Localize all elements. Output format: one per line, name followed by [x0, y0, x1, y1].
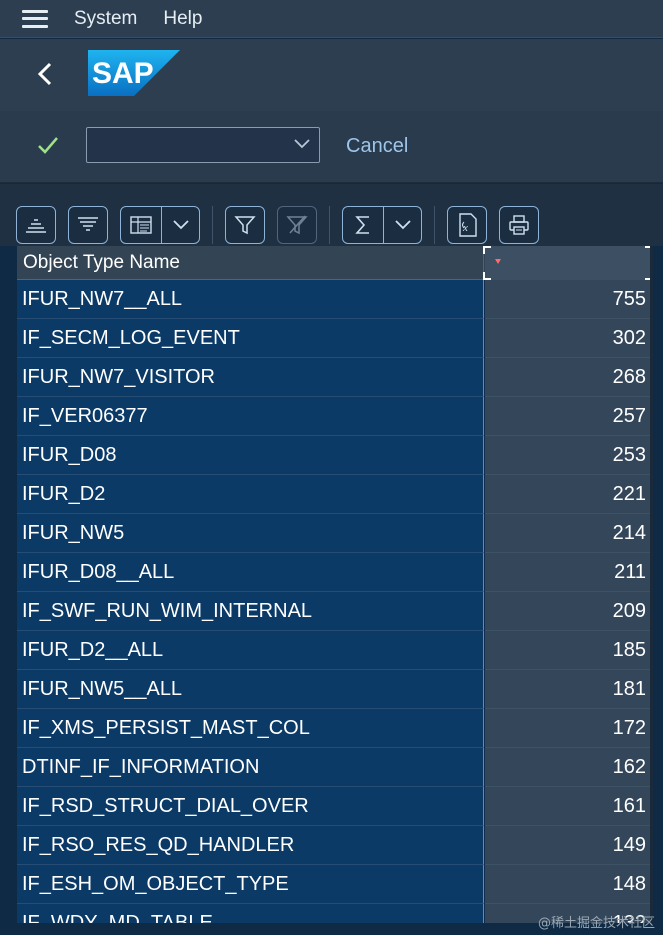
table-row[interactable]: DTINF_IF_INFORMATION 162	[17, 748, 653, 787]
export-excel-button[interactable]: x	[447, 206, 487, 244]
cell-count[interactable]: 181	[485, 670, 653, 709]
cell-object-type-name[interactable]: IF_RSO_RES_QD_HANDLER	[17, 826, 484, 865]
filter-button[interactable]	[225, 206, 265, 244]
table-row[interactable]: IFUR_NW7__ALL 755	[17, 280, 653, 319]
table-row[interactable]: IF_RSO_RES_QD_HANDLER 149	[17, 826, 653, 865]
cell-count[interactable]: 755	[485, 280, 653, 319]
cancel-button[interactable]: Cancel	[346, 135, 408, 158]
cell-object-type-name[interactable]: IFUR_D08	[17, 436, 484, 475]
clear-filter-icon	[286, 215, 308, 235]
chevron-down-icon	[294, 139, 310, 149]
cell-object-type-name[interactable]: DTINF_IF_INFORMATION	[17, 748, 484, 787]
layout-dropdown-button[interactable]	[120, 206, 200, 244]
menu-system[interactable]: System	[74, 8, 137, 30]
table-row[interactable]: IFUR_D2 221	[17, 475, 653, 514]
selection-corner	[483, 272, 491, 280]
menu-bar: System Help	[0, 0, 663, 38]
watermark: @稀土掘金技术社区	[537, 916, 655, 931]
table-row[interactable]: IFUR_NW5__ALL 181	[17, 670, 653, 709]
clear-filter-button[interactable]	[277, 206, 317, 244]
table-row[interactable]: IF_SECM_LOG_EVENT 302	[17, 319, 653, 358]
table-row[interactable]: IFUR_D08 253	[17, 436, 653, 475]
sort-descending-icon	[78, 217, 98, 231]
cell-object-type-name[interactable]: IF_SWF_RUN_WIM_INTERNAL	[17, 592, 484, 631]
cell-count[interactable]: 253	[485, 436, 653, 475]
total-dropdown-button[interactable]	[342, 206, 422, 244]
selection-corner	[483, 246, 491, 254]
cell-object-type-name[interactable]: IF_SECM_LOG_EVENT	[17, 319, 484, 358]
cell-object-type-name[interactable]: IFUR_NW5	[17, 514, 484, 553]
total-button[interactable]	[343, 207, 383, 243]
grid-toolbar: x	[0, 184, 663, 246]
print-button[interactable]	[499, 206, 539, 244]
column-header-count[interactable]	[483, 246, 653, 280]
printer-icon	[509, 215, 529, 235]
cell-object-type-name[interactable]: IFUR_NW5__ALL	[17, 670, 484, 709]
toolbar-separator	[329, 206, 330, 244]
cell-count[interactable]: 149	[485, 826, 653, 865]
cell-object-type-name[interactable]: IF_WDY_MD_TABLE	[17, 904, 484, 923]
filter-icon	[234, 216, 256, 235]
spreadsheet-export-icon: x	[459, 213, 477, 237]
cell-object-type-name[interactable]: IF_RSD_STRUCT_DIAL_OVER	[17, 787, 484, 826]
cell-object-type-name[interactable]: IF_ESH_OM_OBJECT_TYPE	[17, 865, 484, 904]
title-bar: SAP	[0, 39, 663, 111]
svg-text:SAP: SAP	[92, 57, 154, 90]
sort-descending-button[interactable]	[68, 206, 108, 244]
cell-count[interactable]: 162	[485, 748, 653, 787]
grid-right-border	[650, 246, 653, 923]
table-row[interactable]: IF_VER06377 257	[17, 397, 653, 436]
cell-count[interactable]: 214	[485, 514, 653, 553]
command-field-combo[interactable]	[86, 127, 320, 163]
chevron-down-icon	[394, 220, 411, 230]
cell-count[interactable]: 221	[485, 475, 653, 514]
cell-count[interactable]: 209	[485, 592, 653, 631]
grid-header: Object Type Name	[17, 246, 653, 280]
sigma-icon	[355, 216, 369, 234]
table-row[interactable]: IF_RSD_STRUCT_DIAL_OVER 161	[17, 787, 653, 826]
menu-help[interactable]: Help	[163, 8, 202, 30]
sort-ascending-icon	[26, 219, 46, 233]
cell-count[interactable]: 161	[485, 787, 653, 826]
back-arrow-icon[interactable]	[34, 59, 56, 89]
cell-count[interactable]: 185	[485, 631, 653, 670]
layout-grid-icon	[130, 216, 152, 234]
total-menu-button[interactable]	[383, 207, 421, 243]
cell-object-type-name[interactable]: IF_VER06377	[17, 397, 484, 436]
table-row[interactable]: IFUR_D08__ALL 211	[17, 553, 653, 592]
table-row[interactable]: IFUR_NW7_VISITOR 268	[17, 358, 653, 397]
grid-rows: IFUR_NW7__ALL 755 IF_SECM_LOG_EVENT 302 IFUR…	[17, 280, 653, 923]
cell-object-type-name[interactable]: IFUR_D2	[17, 475, 484, 514]
table-row[interactable]: IF_ESH_OM_OBJECT_TYPE 148	[17, 865, 653, 904]
layout-menu-button[interactable]	[161, 207, 199, 243]
chevron-down-icon	[172, 220, 189, 230]
cell-count[interactable]: 172	[485, 709, 653, 748]
cell-count[interactable]: 302	[485, 319, 653, 358]
table-row[interactable]: IF_SWF_RUN_WIM_INTERNAL 209	[17, 592, 653, 631]
sap-logo: SAP	[88, 50, 180, 96]
table-row[interactable]: IFUR_D2__ALL 185	[17, 631, 653, 670]
cell-count[interactable]: 211	[485, 553, 653, 592]
sort-ascending-button[interactable]	[16, 206, 56, 244]
toolbar-separator	[212, 206, 213, 244]
table-row[interactable]: IFUR_NW5 214	[17, 514, 653, 553]
cell-object-type-name[interactable]: IFUR_NW7_VISITOR	[17, 358, 484, 397]
hamburger-menu-icon[interactable]	[22, 9, 48, 28]
layout-button[interactable]	[121, 207, 161, 243]
cell-object-type-name[interactable]: IFUR_NW7__ALL	[17, 280, 484, 319]
cell-count[interactable]: 268	[485, 358, 653, 397]
column-header-object-type-name[interactable]: Object Type Name	[17, 246, 484, 280]
cell-object-type-name[interactable]: IFUR_D2__ALL	[17, 631, 484, 670]
cell-count[interactable]: 257	[485, 397, 653, 436]
cell-object-type-name[interactable]: IF_XMS_PERSIST_MAST_COL	[17, 709, 484, 748]
table-row[interactable]: IF_XMS_PERSIST_MAST_COL 172	[17, 709, 653, 748]
toolbar-separator	[434, 206, 435, 244]
command-toolbar: Cancel	[0, 111, 663, 183]
object-type-grid: Object Type Name IFUR_NW7__ALL 755 IF_SECM…	[17, 246, 653, 923]
sort-descending-indicator-icon	[495, 259, 501, 264]
cell-object-type-name[interactable]: IFUR_D08__ALL	[17, 553, 484, 592]
cell-count[interactable]: 148	[485, 865, 653, 904]
check-icon[interactable]	[36, 133, 60, 157]
